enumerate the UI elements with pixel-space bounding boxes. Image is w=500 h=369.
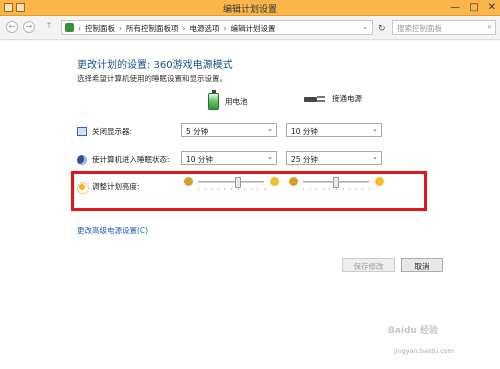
sleep-plugged-select[interactable]: 25 分钟 ⌄ [286,151,382,165]
maximize-button[interactable]: □ [469,2,478,13]
highlight-box [71,171,427,211]
window-title: 编辑计划设置 [222,5,277,15]
battery-column-header: 用电池 [208,90,248,110]
up-button[interactable]: ↑ [43,21,55,33]
chevron-down-icon: ⌄ [372,125,378,133]
chevron-down-icon: ⌄ [372,153,378,161]
display-off-battery-value: 5 分钟 [186,127,209,136]
advanced-settings-link[interactable]: 更改高级电源设置(C) [77,225,148,236]
moon-icon [77,154,87,165]
search-input[interactable]: 搜索控制面板 ⌕ [392,20,496,35]
sleep-row: 使计算机进入睡眠状态: [77,154,170,165]
save-button[interactable]: 保存修改 [342,258,395,272]
sleep-plugged-value: 25 分钟 [291,155,318,164]
address-dropdown-icon[interactable]: ⌄ [362,23,368,31]
page-title: 更改计划的设置: 360游戏电源模式 [77,60,233,71]
display-off-row: 关闭显示器: [77,126,132,137]
battery-icon [208,90,219,110]
breadcrumb-control-panel[interactable]: 控制面板 [85,23,115,34]
display-off-label: 关闭显示器: [92,127,133,136]
caption-buttons: — □ ✕ [450,2,496,13]
breadcrumb-separator: › [78,24,81,33]
plug-icon [304,94,326,104]
main-content: 更改计划的设置: 360游戏电源模式 选择希望计算机使用的睡眠设置和显示设置。 … [0,41,500,369]
plugged-column-header: 接通电源 [304,93,362,104]
breadcrumb-power-options[interactable]: 电源选项 [190,23,220,34]
breadcrumb-separator: › [223,24,227,33]
monitor-icon [77,127,87,136]
navigation-bar: ← → ↑ › 控制面板 › 所有控制面板项 › 电源选项 › 编辑计划设置 ⌄… [0,16,500,40]
watermark-logo: Baidu 经验 [388,326,439,336]
sleep-battery-value: 10 分钟 [186,155,213,164]
forward-button[interactable]: → [23,21,35,33]
address-bar[interactable]: › 控制面板 › 所有控制面板项 › 电源选项 › 编辑计划设置 ⌄ [61,20,373,35]
control-panel-icon [65,23,74,32]
battery-column-label: 用电池 [225,97,248,106]
search-placeholder: 搜索控制面板 [397,24,442,33]
chevron-down-icon: ⌄ [267,153,273,161]
page-subtitle: 选择希望计算机使用的睡眠设置和显示设置。 [77,74,227,83]
display-off-plugged-value: 10 分钟 [291,127,318,136]
display-off-plugged-select[interactable]: 10 分钟 ⌄ [286,123,382,137]
chevron-down-icon: ⌄ [267,125,273,133]
search-icon[interactable]: ⌕ [488,22,492,32]
breadcrumb-separator: › [119,24,122,33]
close-button[interactable]: ✕ [488,2,496,13]
watermark-url: jingyan.baidu.com [394,347,454,355]
breadcrumb-all-items[interactable]: 所有控制面板项 [126,23,179,34]
sleep-label: 使计算机进入睡眠状态: [92,155,170,164]
plugged-column-label: 接通电源 [332,94,362,103]
breadcrumb-separator: › [182,24,186,33]
minimize-button[interactable]: — [450,2,460,13]
title-bar: 编辑计划设置 — □ ✕ [0,0,500,16]
breadcrumb: › 控制面板 › 所有控制面板项 › 电源选项 › 编辑计划设置 [78,23,280,34]
refresh-icon[interactable]: ↻ [378,24,386,34]
back-button[interactable]: ← [6,21,18,33]
display-off-battery-select[interactable]: 5 分钟 ⌄ [181,123,277,137]
sleep-battery-select[interactable]: 10 分钟 ⌄ [181,151,277,165]
cancel-button[interactable]: 取消 [401,258,443,272]
breadcrumb-edit-plan[interactable]: 编辑计划设置 [231,23,276,34]
